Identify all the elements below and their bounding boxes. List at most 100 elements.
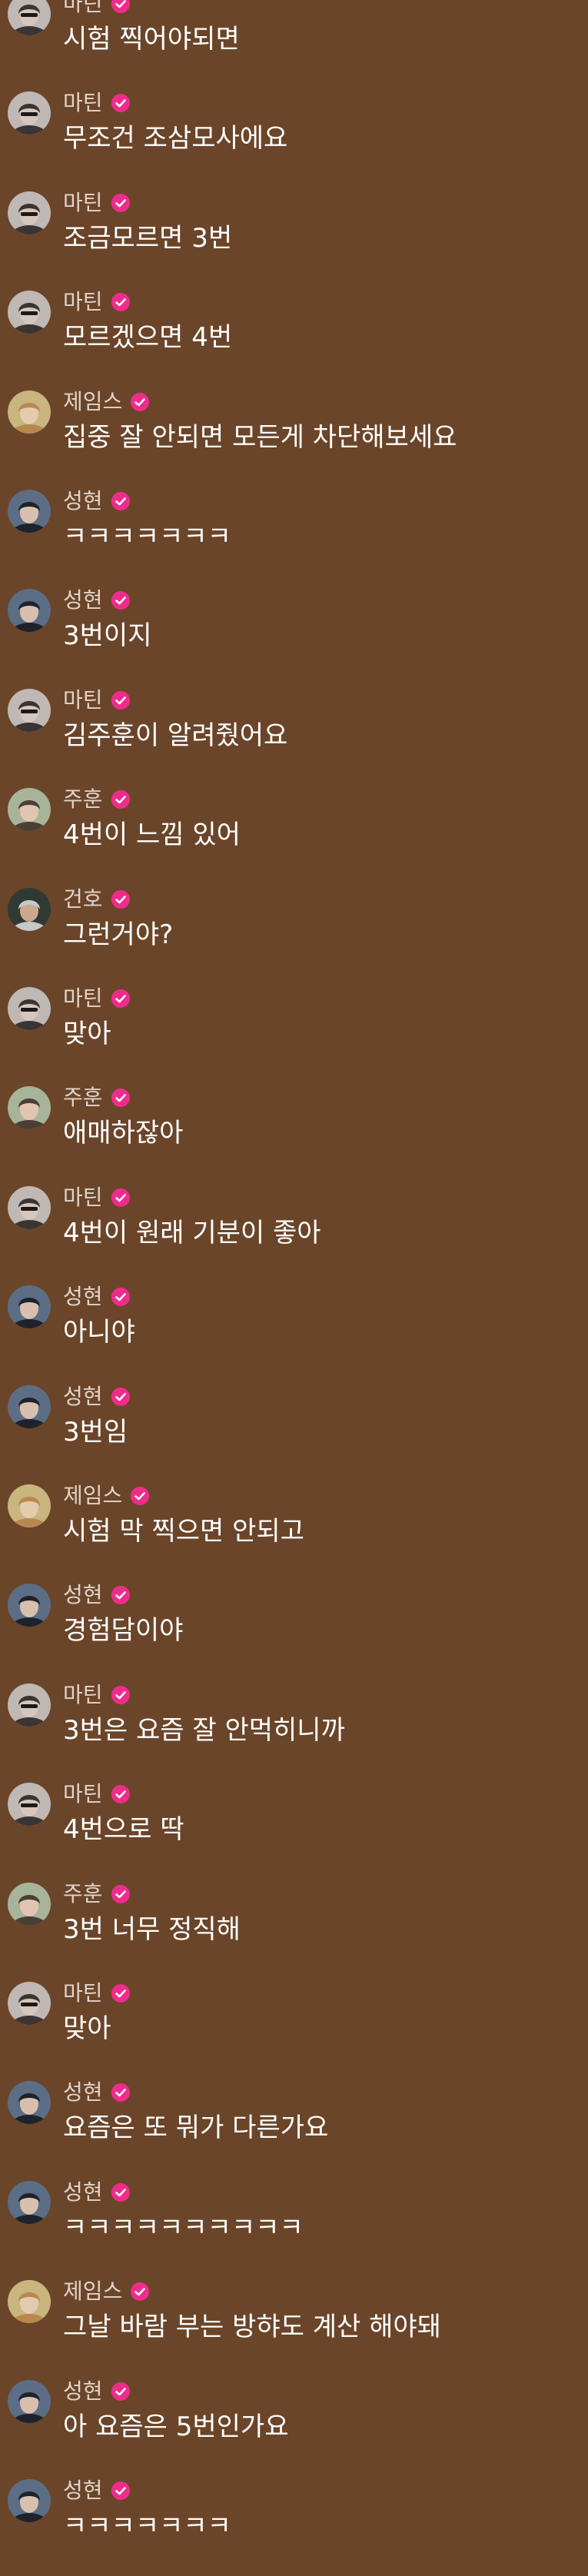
avatar-james-icon[interactable] xyxy=(8,2280,51,2323)
avatar-martin-icon[interactable] xyxy=(8,191,51,234)
sender-name[interactable]: 건호 xyxy=(63,886,103,913)
avatar-sunghyun-icon[interactable] xyxy=(8,2081,51,2124)
avatar-juhoon-icon[interactable] xyxy=(8,1086,51,1129)
avatar-martin-icon[interactable] xyxy=(8,1684,51,1727)
message-text: 조금모르면 3번 xyxy=(63,223,233,254)
chat-message[interactable]: 성현 ㅋㅋㅋㅋㅋㅋㅋ xyxy=(0,2477,588,2576)
chat-message-list[interactable]: 마틴 시험 찍어야되면 마틴 무조건 조삼모사에요 마틴 조금모르면 3번 마틴 모르겠으면 … xyxy=(0,0,588,2552)
chat-message[interactable]: 성현 아니야 xyxy=(0,1283,588,1382)
chat-message[interactable]: 마틴조금모르면 3번 xyxy=(0,189,588,288)
chat-message[interactable]: 마틴 시험 찍어야되면 xyxy=(0,0,588,89)
avatar-martin-icon[interactable] xyxy=(8,291,51,334)
avatar-martin-icon[interactable] xyxy=(8,1783,51,1826)
chat-message[interactable]: 건호그런거야? xyxy=(0,886,588,985)
verified-check-icon xyxy=(111,690,131,710)
sender-name[interactable]: 주훈 xyxy=(63,1084,103,1112)
sender-name[interactable]: 마틴 xyxy=(63,189,103,217)
chat-message[interactable]: 마틴 김주훈이 알려줬어요 xyxy=(0,686,588,786)
avatar-sunghyun-icon[interactable] xyxy=(8,1285,51,1328)
sender-row: 건호 xyxy=(63,886,131,913)
sender-row: 마틴 xyxy=(63,0,131,18)
chat-message[interactable]: 성현 3번임 xyxy=(0,1383,588,1482)
sender-row: 제임스 xyxy=(63,388,150,416)
sender-name[interactable]: 성현 xyxy=(63,2179,103,2206)
sender-row: 마틴 xyxy=(63,1184,131,1212)
sender-name[interactable]: 제임스 xyxy=(63,1482,122,1510)
message-text: 아 요즘은 5번인가요 xyxy=(63,2411,289,2442)
verified-check-icon xyxy=(111,292,131,312)
message-text: 맞아 xyxy=(63,1019,111,1049)
avatar-martin-icon[interactable] xyxy=(8,91,51,135)
sender-name[interactable]: 제임스 xyxy=(63,2278,122,2305)
chat-message[interactable]: 성현아 요즘은 5번인가요 xyxy=(0,2378,588,2477)
message-text: 3번임 xyxy=(63,1417,128,1448)
sender-row: 성현 xyxy=(63,587,131,614)
sender-name[interactable]: 마틴 xyxy=(63,1780,103,1808)
chat-message[interactable]: 제임스시험 막 찍으면 안되고 xyxy=(0,1482,588,1581)
sender-name[interactable]: 성현 xyxy=(63,1383,103,1411)
message-text: 그런거야? xyxy=(63,919,174,950)
chat-message[interactable]: 성현 요즘은 또 뭐가 다른가요 xyxy=(0,2079,588,2178)
avatar-martin-icon[interactable] xyxy=(8,1186,51,1229)
verified-check-icon xyxy=(111,93,131,113)
avatar-sunghyun-icon[interactable] xyxy=(8,1584,51,1627)
sender-row: 성현 xyxy=(63,487,131,515)
sender-name[interactable]: 마틴 xyxy=(63,288,103,316)
sender-name[interactable]: 성현 xyxy=(63,2477,103,2505)
chat-message[interactable]: 성현 3번이지 xyxy=(0,587,588,686)
avatar-sunghyun-icon[interactable] xyxy=(8,2479,51,2522)
message-text: 시험 막 찍으면 안되고 xyxy=(63,1516,304,1547)
avatar-sunghyun-icon[interactable] xyxy=(8,2380,51,2423)
avatar-martin-icon[interactable] xyxy=(8,0,51,35)
sender-name[interactable]: 주훈 xyxy=(63,786,103,813)
chat-message[interactable]: 제임스 집중 잘 안되면 모든게 차단해보세요 xyxy=(0,388,588,487)
chat-message[interactable]: 마틴 모르겠으면 4번 xyxy=(0,288,588,387)
verified-check-icon xyxy=(111,2382,131,2401)
chat-message[interactable]: 마틴 3번은 요즘 잘 안먹히니까 xyxy=(0,1681,588,1780)
sender-name[interactable]: 마틴 xyxy=(63,0,103,18)
avatar-sunghyun-icon[interactable] xyxy=(8,490,51,533)
sender-name[interactable]: 제임스 xyxy=(63,388,122,416)
sender-name[interactable]: 성현 xyxy=(63,487,103,515)
sender-row: 제임스 xyxy=(63,2278,150,2305)
sender-name[interactable]: 성현 xyxy=(63,1283,103,1311)
sender-row: 제임스 xyxy=(63,1482,150,1510)
chat-message[interactable]: 성현 ㅋㅋㅋㅋㅋㅋㅋ xyxy=(0,487,588,587)
avatar-james-icon[interactable] xyxy=(8,1484,51,1527)
chat-message[interactable]: 제임스 그날 바람 부는 방햐도 계산 해야돼 xyxy=(0,2278,588,2377)
chat-message[interactable]: 성현 ㅋㅋㅋㅋㅋㅋㅋㅋㅋㅋ xyxy=(0,2179,588,2278)
avatar-gunho-icon[interactable] xyxy=(8,888,51,931)
verified-check-icon xyxy=(111,789,131,809)
chat-message[interactable]: 마틴 무조건 조삼모사에요 xyxy=(0,89,588,188)
avatar-juhoon-icon[interactable] xyxy=(8,788,51,831)
chat-message[interactable]: 주훈 3번 너무 정직해 xyxy=(0,1880,588,1979)
avatar-juhoon-icon[interactable] xyxy=(8,1883,51,1926)
avatar-sunghyun-icon[interactable] xyxy=(8,1385,51,1428)
sender-name[interactable]: 마틴 xyxy=(63,1979,103,2007)
sender-name[interactable]: 성현 xyxy=(63,1581,103,1609)
sender-name[interactable]: 성현 xyxy=(63,2079,103,2106)
avatar-martin-icon[interactable] xyxy=(8,987,51,1030)
sender-name[interactable]: 마틴 xyxy=(63,89,103,117)
sender-name[interactable]: 마틴 xyxy=(63,985,103,1012)
sender-name[interactable]: 주훈 xyxy=(63,1880,103,1908)
avatar-sunghyun-icon[interactable] xyxy=(8,589,51,632)
chat-message[interactable]: 주훈 애매하잖아 xyxy=(0,1084,588,1183)
sender-name[interactable]: 성현 xyxy=(63,2378,103,2405)
chat-message[interactable]: 주훈 4번이 느낌 있어 xyxy=(0,786,588,885)
sender-name[interactable]: 성현 xyxy=(63,587,103,614)
avatar-martin-icon[interactable] xyxy=(8,1982,51,2025)
sender-name[interactable]: 마틴 xyxy=(63,1184,103,1212)
sender-name[interactable]: 마틴 xyxy=(63,686,103,714)
sender-name[interactable]: 마틴 xyxy=(63,1681,103,1709)
chat-message[interactable]: 마틴맞아 xyxy=(0,985,588,1084)
chat-message[interactable]: 마틴 4번이 원래 기분이 좋아 xyxy=(0,1184,588,1283)
avatar-sunghyun-icon[interactable] xyxy=(8,2181,51,2224)
chat-message[interactable]: 마틴 맞아 xyxy=(0,1979,588,2079)
chat-message[interactable]: 마틴 4번으로 딱 xyxy=(0,1780,588,1880)
chat-message[interactable]: 성현 경험담이야 xyxy=(0,1581,588,1680)
avatar-james-icon[interactable] xyxy=(8,391,51,434)
avatar-martin-icon[interactable] xyxy=(8,689,51,732)
verified-check-icon xyxy=(111,0,131,14)
message-text: 4번으로 딱 xyxy=(63,1814,184,1845)
